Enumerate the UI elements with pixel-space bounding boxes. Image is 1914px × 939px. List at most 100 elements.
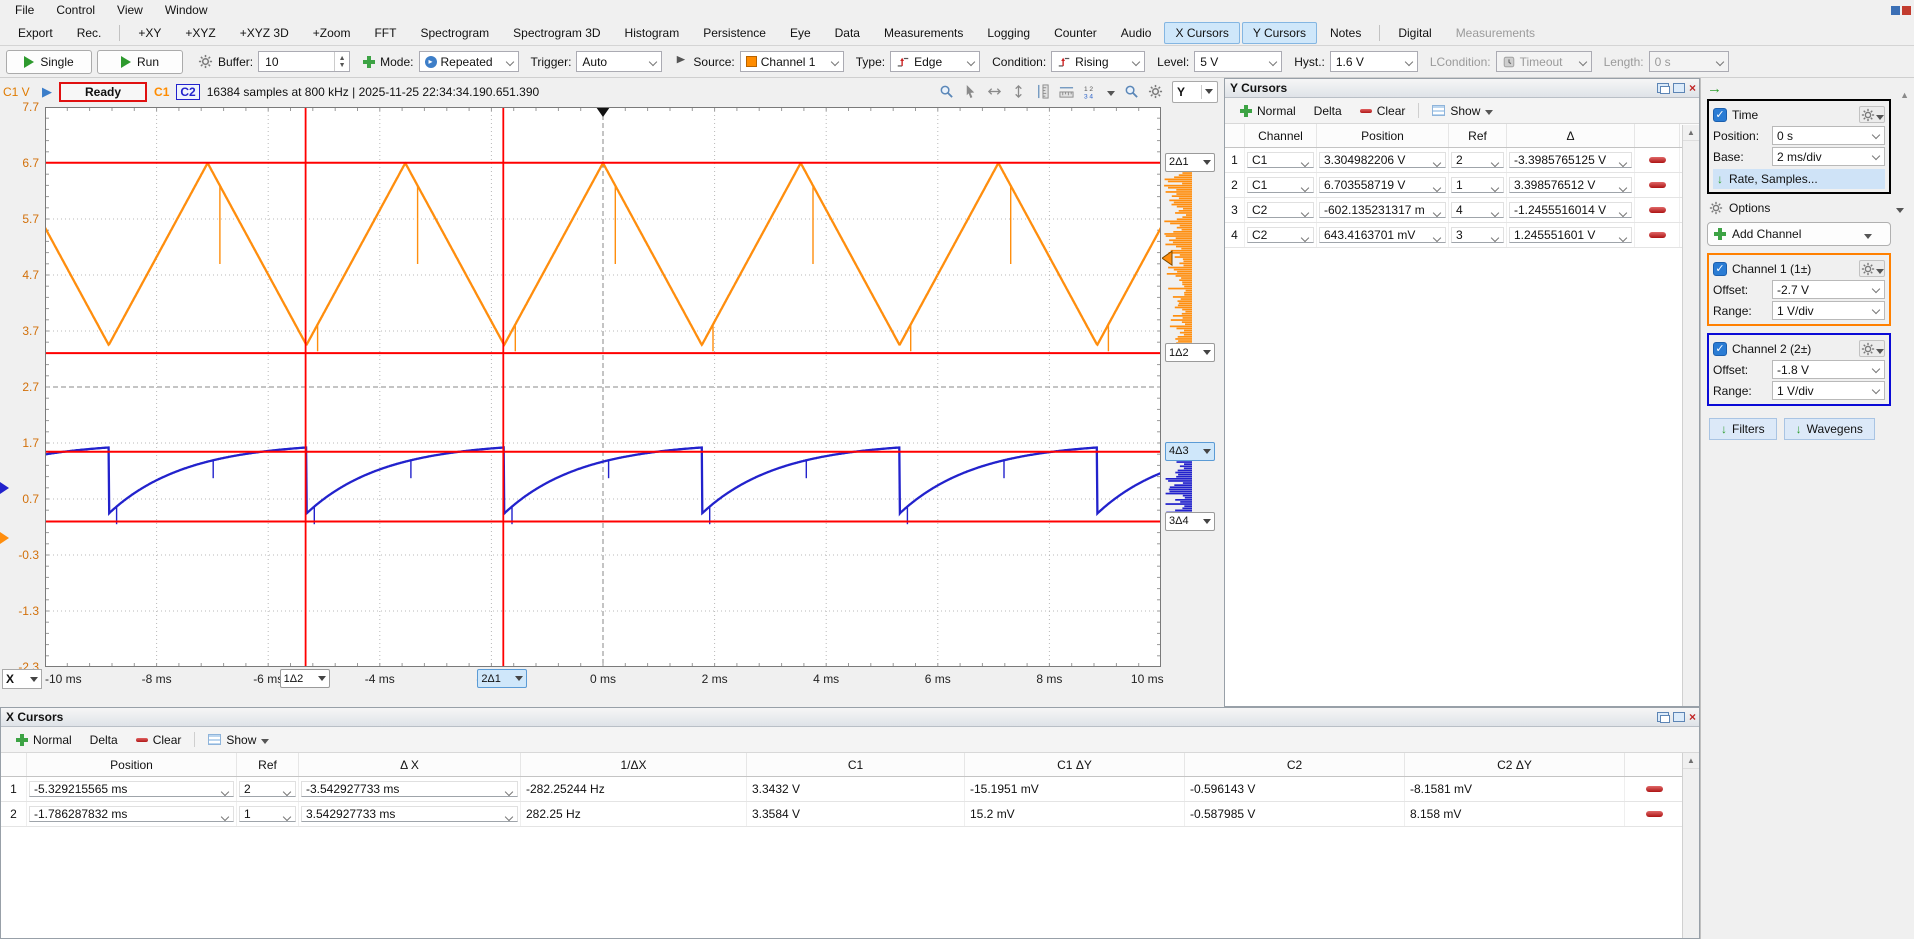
tab-persistence[interactable]: Persistence (692, 22, 777, 44)
y-cursor-tag-2-1[interactable]: 2Δ1 (1165, 153, 1215, 172)
time-base-select[interactable]: 2 ms/div (1772, 147, 1885, 166)
run-button[interactable]: Run (97, 50, 183, 74)
channel2-offset-select[interactable]: -1.8 V (1772, 360, 1885, 379)
y-cursor-tag-3-4[interactable]: 3Δ4 (1165, 512, 1215, 531)
cursor-channel-select[interactable]: C2 (1247, 227, 1314, 243)
magnifier-icon[interactable] (1124, 84, 1139, 99)
close-panel-icon[interactable]: × (1689, 83, 1696, 93)
channel1-checkbox[interactable]: ✓ (1713, 262, 1727, 276)
tab-counter[interactable]: Counter (1043, 22, 1108, 44)
cursor-delta-select[interactable]: -3.3985765125 V (1509, 152, 1632, 168)
cursor-delta-select[interactable]: 1.245551601 V (1509, 227, 1632, 243)
tab-fft[interactable]: FFT (363, 22, 407, 44)
tab-xyz-3d[interactable]: +XYZ 3D (229, 22, 300, 44)
remove-cursor-button[interactable] (1625, 802, 1684, 826)
horizontal-ruler-icon[interactable] (1059, 84, 1074, 99)
add-normal-cursor-button[interactable]: Normal (7, 730, 81, 750)
cursor-position-select[interactable]: -5.329215565 ms (29, 781, 234, 797)
menu-item-window[interactable]: Window (154, 1, 219, 19)
x-cursors-header[interactable]: X Cursors × (1, 708, 1699, 727)
tab-measurements[interactable]: Measurements (873, 22, 974, 44)
chevron-down-icon[interactable] (1107, 91, 1115, 96)
add-delta-cursor-button[interactable]: Delta (1305, 101, 1351, 121)
x-cursors-scrollbar[interactable]: ▲ (1682, 753, 1699, 938)
time-position-select[interactable]: 0 s (1772, 126, 1885, 145)
tab-spectrogram[interactable]: Spectrogram (409, 22, 500, 44)
filters-button[interactable]: ↓ Filters (1709, 418, 1777, 440)
time-gear-button[interactable] (1859, 106, 1885, 123)
cursor-channel-select[interactable]: C2 (1247, 202, 1314, 218)
channel2-gear-button[interactable] (1859, 340, 1885, 357)
cursor-delta-select[interactable]: 3.398576512 V (1509, 177, 1632, 193)
tab-digital[interactable]: Digital (1387, 22, 1442, 44)
y-cursors-header[interactable]: Y Cursors × (1225, 79, 1699, 98)
level-select[interactable]: 5 V (1194, 51, 1282, 72)
channel1-zero-marker[interactable] (0, 532, 9, 544)
menu-item-file[interactable]: File (4, 1, 45, 19)
tab-y-cursors[interactable]: Y Cursors (1242, 22, 1317, 44)
cursor-channel-select[interactable]: C1 (1247, 152, 1314, 168)
tab-eye[interactable]: Eye (779, 22, 822, 44)
scope-plot[interactable] (45, 107, 1161, 667)
show-menu-button[interactable]: Show (199, 730, 278, 750)
x-cursor-tag-1-2[interactable]: 1Δ2 (280, 669, 330, 688)
buffer-spin-buttons[interactable]: ▲▼ (334, 52, 349, 71)
tab-measurements[interactable]: Measurements (1445, 22, 1546, 44)
source-select[interactable]: Channel 1 (740, 51, 844, 72)
vertical-ruler-icon[interactable] (1035, 84, 1050, 99)
add-channel-button[interactable]: Add Channel (1707, 222, 1891, 246)
x-axis-selector[interactable]: X (2, 669, 42, 689)
tab-audio[interactable]: Audio (1110, 22, 1163, 44)
channel-digits-icon[interactable] (1083, 84, 1098, 99)
y-cursors-scrollbar[interactable]: ▲ (1682, 125, 1699, 706)
tab-export[interactable]: Export (7, 22, 64, 44)
clear-cursors-button[interactable]: Clear (1351, 101, 1415, 121)
remove-cursor-button[interactable] (1635, 148, 1680, 172)
collapse-arrow-icon[interactable]: → (1707, 80, 1722, 97)
fit-height-icon[interactable] (1011, 84, 1026, 99)
cursor-position-select[interactable]: 3.304982206 V (1319, 152, 1446, 168)
y-cursor-tag-4-3[interactable]: 4Δ3 (1165, 442, 1215, 461)
add-mode-icon[interactable] (363, 56, 375, 68)
cursor-channel-select[interactable]: C1 (1247, 177, 1314, 193)
float-panel-icon[interactable] (1657, 712, 1669, 722)
options-row[interactable]: Options (1709, 201, 1904, 215)
type-select[interactable]: Edge (890, 51, 980, 72)
pointer-icon[interactable] (963, 84, 978, 99)
y-cursor-tag-1-2[interactable]: 1Δ2 (1165, 343, 1215, 362)
scroll-up-icon[interactable]: ▲ (1683, 125, 1699, 141)
remove-cursor-button[interactable] (1635, 173, 1680, 197)
plot-gear-icon[interactable] (1148, 84, 1163, 99)
trigger-select[interactable]: Auto (576, 51, 662, 72)
maximize-panel-icon[interactable] (1673, 83, 1685, 93)
remove-cursor-button[interactable] (1625, 777, 1684, 801)
add-delta-cursor-button[interactable]: Delta (81, 730, 127, 750)
close-panel-icon[interactable]: × (1689, 712, 1696, 722)
x-cursor-tag-2-1[interactable]: 2Δ1 (477, 669, 527, 688)
rate-samples-button[interactable]: ↓ Rate, Samples... (1713, 169, 1885, 189)
cursor-delta-select[interactable]: -1.2455516014 V (1509, 202, 1632, 218)
cursor-deltax-select[interactable]: 3.542927733 ms (301, 806, 518, 822)
menu-item-control[interactable]: Control (45, 1, 106, 19)
tab-xy[interactable]: +XY (127, 22, 172, 44)
fit-width-icon[interactable] (987, 84, 1002, 99)
buffer-spinner[interactable]: 10 ▲▼ (258, 51, 350, 72)
tab-notes[interactable]: Notes (1319, 22, 1372, 44)
channel2-range-select[interactable]: 1 V/div (1772, 381, 1885, 400)
cursor-position-select[interactable]: 6.703558719 V (1319, 177, 1446, 193)
condition-select[interactable]: Rising (1051, 51, 1145, 72)
cursor-ref-select[interactable]: 1 (1451, 177, 1504, 193)
cursor-position-select[interactable]: -602.135231317 m (1319, 202, 1446, 218)
zoom-in-icon[interactable] (939, 84, 954, 99)
scroll-up-icon[interactable]: ▲ (1683, 753, 1699, 769)
cursor-deltax-select[interactable]: -3.542927733 ms (301, 781, 518, 797)
channel2-badge[interactable]: C2 (176, 84, 199, 100)
remove-cursor-button[interactable] (1635, 198, 1680, 222)
hyst-select[interactable]: 1.6 V (1330, 51, 1418, 72)
wavegens-button[interactable]: ↓ Wavegens (1784, 418, 1875, 440)
tab-xyz[interactable]: +XYZ (174, 22, 226, 44)
tab-rec[interactable]: Rec. (66, 22, 113, 44)
clear-cursors-button[interactable]: Clear (127, 730, 191, 750)
show-menu-button[interactable]: Show (1423, 101, 1502, 121)
time-checkbox[interactable]: ✓ (1713, 108, 1727, 122)
